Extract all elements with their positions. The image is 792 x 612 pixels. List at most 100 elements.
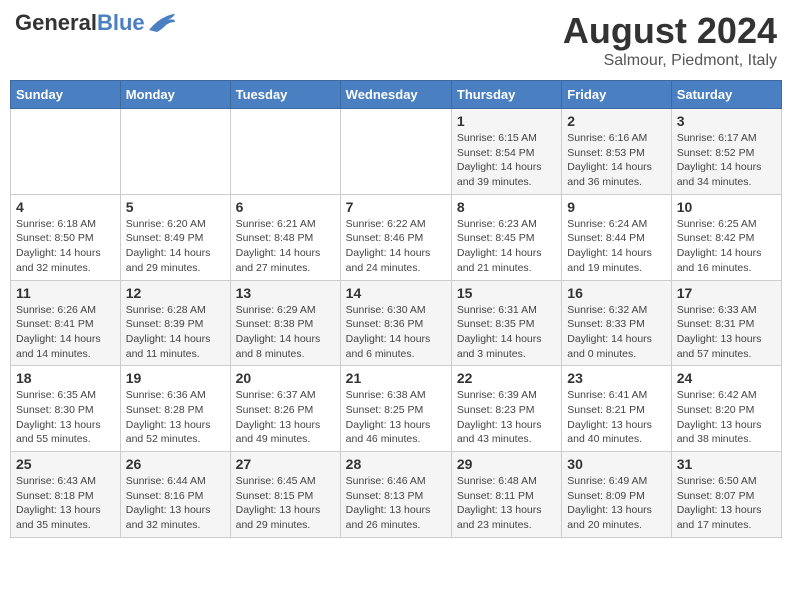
day-number: 4 (16, 199, 115, 215)
calendar-cell: 13 Sunrise: 6:29 AMSunset: 8:38 PMDayligh… (230, 280, 340, 366)
calendar-cell: 24Sunrise: 6:42 AMSunset: 8:20 PMDayligh… (671, 366, 781, 452)
day-of-week-wednesday: Wednesday (340, 81, 451, 109)
day-info: Sunrise: 6:21 AMSunset: 8:48 PMDaylight:… (236, 217, 335, 276)
page-header: GeneralBlue August 2024 Salmour, Piedmon… (10, 10, 782, 70)
day-number: 17 (677, 285, 776, 301)
day-number: 31 (677, 456, 776, 472)
calendar-cell: 2 Sunrise: 6:16 AMSunset: 8:53 PMDaylight… (562, 109, 671, 195)
day-info: Sunrise: 6:18 AMSunset: 8:50 PMDaylight:… (16, 217, 115, 276)
day-info: Sunrise: 6:22 AMSunset: 8:46 PMDaylight:… (346, 217, 446, 276)
day-of-week-sunday: Sunday (11, 81, 121, 109)
day-info: Sunrise: 6:29 AMSunset: 8:38 PMDaylight:… (236, 303, 335, 362)
day-info: Sunrise: 6:28 AMSunset: 8:39 PMDaylight:… (126, 303, 225, 362)
day-number: 12 (126, 285, 225, 301)
day-of-week-thursday: Thursday (451, 81, 561, 109)
day-number: 1 (457, 113, 556, 129)
day-number: 18 (16, 370, 115, 386)
day-number: 15 (457, 285, 556, 301)
day-info: Sunrise: 6:44 AMSunset: 8:16 PMDaylight:… (126, 474, 225, 533)
day-info: Sunrise: 6:20 AMSunset: 8:49 PMDaylight:… (126, 217, 225, 276)
day-number: 22 (457, 370, 556, 386)
day-number: 11 (16, 285, 115, 301)
day-info: Sunrise: 6:25 AMSunset: 8:42 PMDaylight:… (677, 217, 776, 276)
calendar-week-row: 1 Sunrise: 6:15 AMSunset: 8:54 PMDaylight… (11, 109, 782, 195)
day-info: Sunrise: 6:16 AMSunset: 8:53 PMDaylight:… (567, 131, 665, 190)
calendar-week-row: 11 Sunrise: 6:26 AMSunset: 8:41 PMDayligh… (11, 280, 782, 366)
calendar-cell (340, 109, 451, 195)
calendar-cell: 25 Sunrise: 6:43 AMSunset: 8:18 PMDayligh… (11, 452, 121, 538)
day-info: Sunrise: 6:43 AMSunset: 8:18 PMDaylight:… (16, 474, 115, 533)
day-number: 16 (567, 285, 665, 301)
calendar-cell: 10 Sunrise: 6:25 AMSunset: 8:42 PMDayligh… (671, 194, 781, 280)
day-number: 26 (126, 456, 225, 472)
logo-bird-icon (147, 12, 177, 34)
calendar-cell: 7 Sunrise: 6:22 AMSunset: 8:46 PMDaylight… (340, 194, 451, 280)
calendar-cell (11, 109, 121, 195)
day-info: Sunrise: 6:41 AMSunset: 8:21 PMDaylight:… (567, 388, 665, 447)
calendar-cell: 15 Sunrise: 6:31 AMSunset: 8:35 PMDayligh… (451, 280, 561, 366)
calendar-table: SundayMondayTuesdayWednesdayThursdayFrid… (10, 80, 782, 538)
calendar-week-row: 18 Sunrise: 6:35 AMSunset: 8:30 PMDayligh… (11, 366, 782, 452)
day-info: Sunrise: 6:36 AMSunset: 8:28 PMDaylight:… (126, 388, 225, 447)
calendar-cell (120, 109, 230, 195)
day-info: Sunrise: 6:45 AMSunset: 8:15 PMDaylight:… (236, 474, 335, 533)
day-info: Sunrise: 6:23 AMSunset: 8:45 PMDaylight:… (457, 217, 556, 276)
calendar-cell: 26 Sunrise: 6:44 AMSunset: 8:16 PMDayligh… (120, 452, 230, 538)
day-info: Sunrise: 6:26 AMSunset: 8:41 PMDaylight:… (16, 303, 115, 362)
day-info: Sunrise: 6:24 AMSunset: 8:44 PMDaylight:… (567, 217, 665, 276)
day-number: 24 (677, 370, 776, 386)
calendar-cell: 28Sunrise: 6:46 AMSunset: 8:13 PMDayligh… (340, 452, 451, 538)
calendar-cell: 5 Sunrise: 6:20 AMSunset: 8:49 PMDaylight… (120, 194, 230, 280)
day-info: Sunrise: 6:17 AMSunset: 8:52 PMDaylight:… (677, 131, 776, 190)
day-info: Sunrise: 6:35 AMSunset: 8:30 PMDaylight:… (16, 388, 115, 447)
calendar-week-row: 25 Sunrise: 6:43 AMSunset: 8:18 PMDayligh… (11, 452, 782, 538)
calendar-cell: 17 Sunrise: 6:33 AMSunset: 8:31 PMDayligh… (671, 280, 781, 366)
calendar-cell: 30Sunrise: 6:49 AMSunset: 8:09 PMDayligh… (562, 452, 671, 538)
day-number: 10 (677, 199, 776, 215)
day-info: Sunrise: 6:33 AMSunset: 8:31 PMDaylight:… (677, 303, 776, 362)
day-number: 20 (236, 370, 335, 386)
day-number: 6 (236, 199, 335, 215)
day-of-week-monday: Monday (120, 81, 230, 109)
day-of-week-tuesday: Tuesday (230, 81, 340, 109)
day-of-week-friday: Friday (562, 81, 671, 109)
day-number: 9 (567, 199, 665, 215)
day-number: 19 (126, 370, 225, 386)
day-number: 5 (126, 199, 225, 215)
calendar-cell: 6 Sunrise: 6:21 AMSunset: 8:48 PMDaylight… (230, 194, 340, 280)
day-number: 2 (567, 113, 665, 129)
calendar-cell: 3Sunrise: 6:17 AMSunset: 8:52 PMDaylight… (671, 109, 781, 195)
calendar-cell: 11 Sunrise: 6:26 AMSunset: 8:41 PMDayligh… (11, 280, 121, 366)
day-number: 13 (236, 285, 335, 301)
calendar-cell: 14Sunrise: 6:30 AMSunset: 8:36 PMDayligh… (340, 280, 451, 366)
day-info: Sunrise: 6:32 AMSunset: 8:33 PMDaylight:… (567, 303, 665, 362)
title-section: August 2024 Salmour, Piedmont, Italy (563, 10, 777, 70)
calendar-cell: 4 Sunrise: 6:18 AMSunset: 8:50 PMDaylight… (11, 194, 121, 280)
calendar-cell: 9 Sunrise: 6:24 AMSunset: 8:44 PMDaylight… (562, 194, 671, 280)
calendar-cell: 22 Sunrise: 6:39 AMSunset: 8:23 PMDayligh… (451, 366, 561, 452)
day-of-week-saturday: Saturday (671, 81, 781, 109)
day-number: 7 (346, 199, 446, 215)
day-number: 27 (236, 456, 335, 472)
day-info: Sunrise: 6:50 AMSunset: 8:07 PMDaylight:… (677, 474, 776, 533)
calendar-cell: 19 Sunrise: 6:36 AMSunset: 8:28 PMDayligh… (120, 366, 230, 452)
day-number: 23 (567, 370, 665, 386)
calendar-cell: 21 Sunrise: 6:38 AMSunset: 8:25 PMDayligh… (340, 366, 451, 452)
calendar-header-row: SundayMondayTuesdayWednesdayThursdayFrid… (11, 81, 782, 109)
day-info: Sunrise: 6:15 AMSunset: 8:54 PMDaylight:… (457, 131, 556, 190)
day-number: 21 (346, 370, 446, 386)
calendar-week-row: 4 Sunrise: 6:18 AMSunset: 8:50 PMDaylight… (11, 194, 782, 280)
logo: GeneralBlue (15, 10, 177, 36)
day-info: Sunrise: 6:38 AMSunset: 8:25 PMDaylight:… (346, 388, 446, 447)
calendar-cell: 31 Sunrise: 6:50 AMSunset: 8:07 PMDayligh… (671, 452, 781, 538)
location-subtitle: Salmour, Piedmont, Italy (563, 52, 777, 70)
day-number: 30 (567, 456, 665, 472)
day-info: Sunrise: 6:37 AMSunset: 8:26 PMDaylight:… (236, 388, 335, 447)
calendar-cell: 18 Sunrise: 6:35 AMSunset: 8:30 PMDayligh… (11, 366, 121, 452)
day-number: 25 (16, 456, 115, 472)
day-info: Sunrise: 6:39 AMSunset: 8:23 PMDaylight:… (457, 388, 556, 447)
day-info: Sunrise: 6:31 AMSunset: 8:35 PMDaylight:… (457, 303, 556, 362)
calendar-cell: 20 Sunrise: 6:37 AMSunset: 8:26 PMDayligh… (230, 366, 340, 452)
calendar-cell: 27 Sunrise: 6:45 AMSunset: 8:15 PMDayligh… (230, 452, 340, 538)
day-info: Sunrise: 6:48 AMSunset: 8:11 PMDaylight:… (457, 474, 556, 533)
